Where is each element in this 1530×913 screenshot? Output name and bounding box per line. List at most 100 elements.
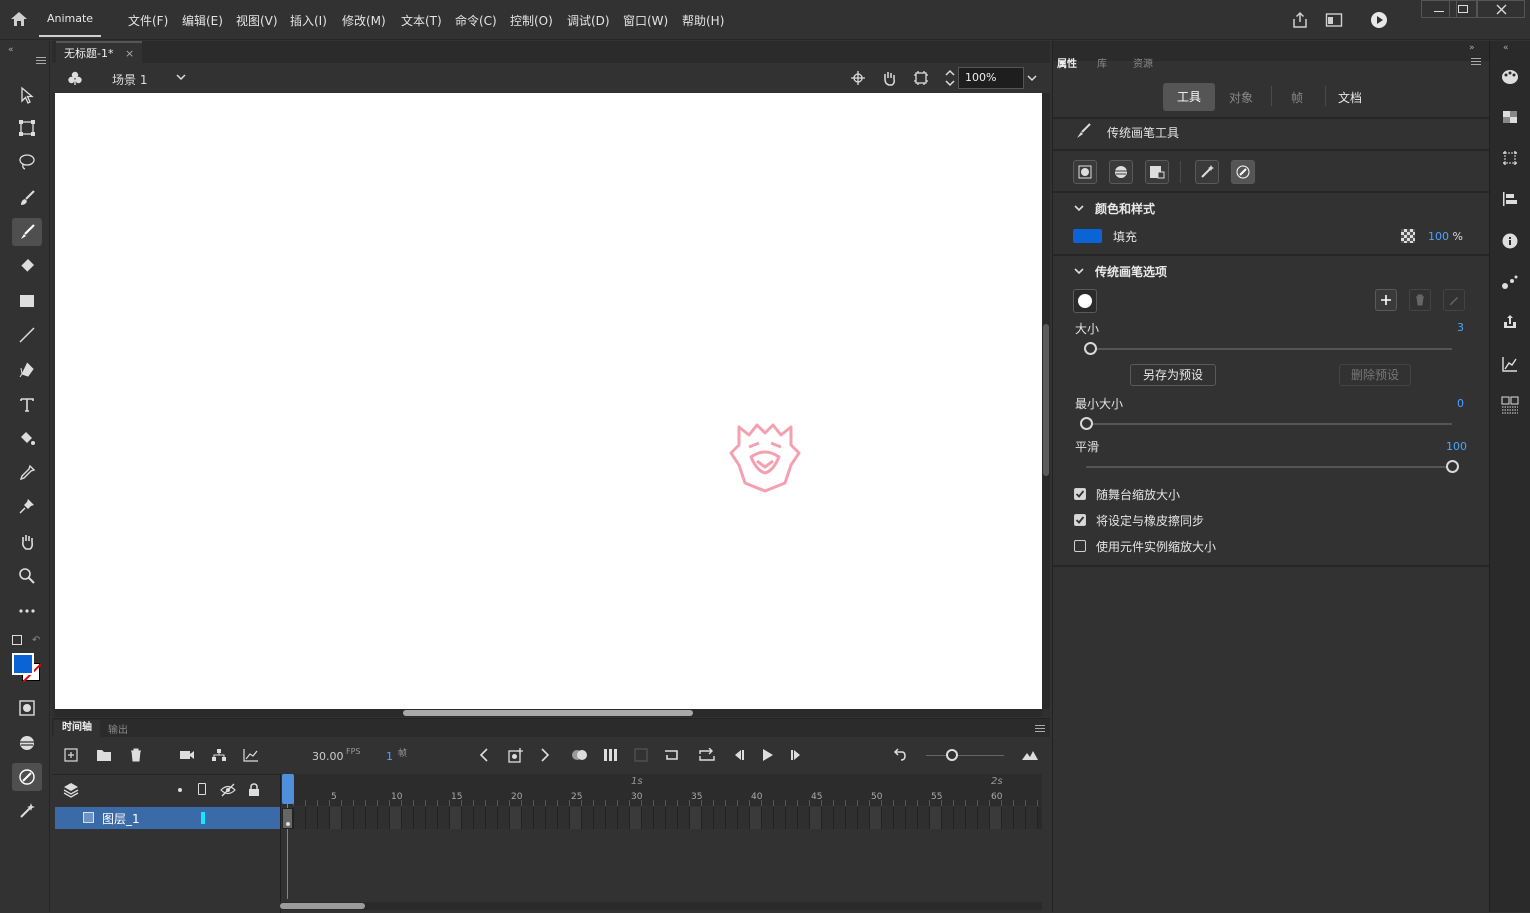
- menu-debug[interactable]: 调试(D): [567, 12, 610, 29]
- frame-cell[interactable]: [606, 807, 618, 829]
- add-preset-button[interactable]: [1375, 289, 1397, 311]
- frame-picker-icon[interactable]: [1498, 393, 1522, 417]
- frame-cell[interactable]: [570, 807, 582, 829]
- menu-edit[interactable]: 编辑(E): [182, 12, 223, 29]
- align-panel-icon[interactable]: [1498, 187, 1522, 211]
- frame-cell[interactable]: [702, 807, 714, 829]
- frame-cell[interactable]: [822, 807, 834, 829]
- paint-brush-tool-icon[interactable]: [12, 184, 42, 212]
- eyedropper-tool-icon[interactable]: [12, 459, 42, 487]
- horizontal-scroll-thumb[interactable]: [403, 710, 693, 716]
- frame-cell[interactable]: [594, 807, 606, 829]
- center-stage-icon[interactable]: [850, 70, 866, 86]
- transform-panel-icon[interactable]: [1498, 146, 1522, 170]
- menu-file[interactable]: 文件(F): [128, 12, 168, 29]
- new-layer-icon[interactable]: [60, 744, 82, 766]
- workspace-icon[interactable]: [1325, 12, 1343, 28]
- timeline-zoom-knob[interactable]: [946, 749, 958, 761]
- frame-cell[interactable]: [690, 807, 702, 829]
- next-keyframe-icon[interactable]: [534, 744, 556, 766]
- frame-cell[interactable]: [534, 807, 546, 829]
- frame-cell[interactable]: [846, 807, 858, 829]
- symbol-scale-checkbox[interactable]: [1074, 540, 1086, 552]
- pressure-button[interactable]: [1231, 160, 1255, 184]
- color-panel-icon[interactable]: [1498, 65, 1522, 89]
- object-drawing-icon[interactable]: [12, 694, 42, 722]
- frame-cell[interactable]: [654, 807, 666, 829]
- frame-cell[interactable]: [990, 807, 1002, 829]
- tab-object[interactable]: 对象: [1229, 89, 1253, 106]
- panel-menu-icon[interactable]: [36, 57, 46, 58]
- frame-cell[interactable]: [774, 807, 786, 829]
- timeline-zoom-track[interactable]: [926, 755, 1004, 756]
- paint-bucket-tool-icon[interactable]: [12, 424, 42, 452]
- brush-shape-button[interactable]: [1073, 289, 1097, 313]
- frame-cell[interactable]: [354, 807, 366, 829]
- brush-mode-button[interactable]: [1109, 160, 1133, 184]
- current-frame[interactable]: 1: [386, 750, 393, 763]
- stage-horizontal-scrollbar[interactable]: [55, 709, 1042, 717]
- menu-help[interactable]: 帮助(H): [682, 12, 724, 29]
- frame-cell[interactable]: [450, 807, 462, 829]
- object-drawing-mode-button[interactable]: [1073, 160, 1097, 184]
- frame-cell[interactable]: [906, 807, 918, 829]
- frame-cell[interactable]: [786, 807, 798, 829]
- timeline-scroll-thumb[interactable]: [280, 903, 365, 909]
- undo-zoom-icon[interactable]: [888, 744, 910, 766]
- menu-modify[interactable]: 修改(M): [342, 12, 386, 29]
- hand-tool-icon[interactable]: [12, 528, 42, 556]
- frame-cell[interactable]: [522, 807, 534, 829]
- frame-cell[interactable]: [390, 807, 402, 829]
- frame-cell[interactable]: [798, 807, 810, 829]
- default-colors-icon[interactable]: [12, 635, 22, 645]
- timeline-view-icon[interactable]: [1019, 744, 1041, 766]
- frame-cell[interactable]: [330, 807, 342, 829]
- frame-cell[interactable]: [1014, 807, 1026, 829]
- classic-brush-tool-icon[interactable]: [12, 218, 42, 246]
- frame-cell[interactable]: [1002, 807, 1014, 829]
- frame-cell[interactable]: [306, 807, 318, 829]
- expand-dock-icon[interactable]: «: [1503, 43, 1509, 53]
- fill-color-swatch[interactable]: [1073, 229, 1102, 243]
- edit-multiple-frames-icon[interactable]: [600, 744, 622, 766]
- frame-cell[interactable]: [558, 807, 570, 829]
- document-tab[interactable]: 无标题-1* ×: [56, 41, 143, 63]
- visibility-icon[interactable]: [217, 779, 239, 801]
- frame-cell[interactable]: [918, 807, 930, 829]
- frame-cell[interactable]: [318, 807, 330, 829]
- frame-cell[interactable]: [966, 807, 978, 829]
- menu-window[interactable]: 窗口(W): [623, 12, 668, 29]
- lasso-tool-icon[interactable]: [12, 148, 42, 176]
- frame-cell[interactable]: [882, 807, 894, 829]
- rotate-stage-icon[interactable]: [880, 69, 898, 87]
- fill-color-swatch[interactable]: [12, 653, 34, 675]
- close-window-button[interactable]: [1477, 0, 1525, 18]
- menu-text[interactable]: 文本(T): [401, 12, 442, 29]
- collapse-right-icon[interactable]: »: [1469, 43, 1475, 53]
- play-icon[interactable]: [756, 744, 778, 766]
- frame-cell[interactable]: [978, 807, 990, 829]
- keyframe[interactable]: [282, 808, 293, 829]
- frame-cell[interactable]: [630, 807, 642, 829]
- color-section-title[interactable]: 颜色和样式: [1095, 200, 1155, 217]
- scale-with-stage-checkbox[interactable]: [1074, 488, 1086, 500]
- lock-icon[interactable]: [243, 779, 265, 801]
- pin-tool-icon[interactable]: [12, 492, 42, 520]
- menu-commands[interactable]: 命令(C): [455, 12, 497, 29]
- tab-tool[interactable]: 工具: [1163, 83, 1215, 111]
- clip-stage-icon[interactable]: [913, 70, 929, 86]
- scale-with-stage-label[interactable]: 随舞台缩放大小: [1096, 486, 1180, 503]
- zoom-dropdown-icon[interactable]: [1026, 72, 1038, 84]
- output-tab[interactable]: 输出: [108, 721, 128, 736]
- color-section-chevron-icon[interactable]: [1073, 203, 1085, 213]
- library-tab[interactable]: 库: [1097, 55, 1107, 70]
- zoom-stepper-icon[interactable]: [944, 68, 956, 88]
- smooth-value[interactable]: 100: [1446, 440, 1467, 453]
- info-panel-icon[interactable]: [1498, 229, 1522, 253]
- frame-cell[interactable]: [366, 807, 378, 829]
- frame-cell[interactable]: [378, 807, 390, 829]
- frame-cell[interactable]: [870, 807, 882, 829]
- frame-cell[interactable]: [810, 807, 822, 829]
- frame-cell[interactable]: [294, 807, 306, 829]
- symbol-scale-label[interactable]: 使用元件实例缩放大小: [1096, 538, 1216, 555]
